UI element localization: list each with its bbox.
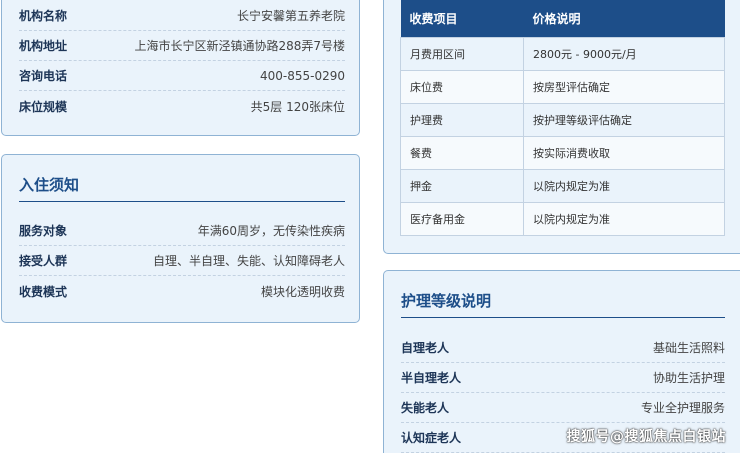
info-row-address: 机构地址 上海市长宁区新泾镇通协路288弄7号楼 [19,31,345,61]
info-row-name: 机构名称 长宁安馨第五养老院 [19,1,345,31]
care-level-row: 自理老人 基础生活照料 [401,333,725,363]
info-row-beds: 床位规模 共5层 120张床位 [19,91,345,121]
admission-row: 接受人群 自理、半自理、失能、认知障碍老人 [19,246,345,276]
fee-item: 床位费 [400,69,524,104]
info-value: 长宁安馨第五养老院 [236,9,345,23]
fee-price: 按房型评估确定 [523,69,725,104]
fees-table: 收费项目 价格说明 月费用区间 2800元 - 9000元/月 床位费 按房型评… [400,0,725,236]
fee-price: 按护理等级评估确定 [523,102,725,137]
info-key: 机构名称 [19,9,68,23]
fee-price: 以院内规定为准 [523,201,725,236]
fee-item: 餐费 [400,135,524,170]
care-level-row: 失能老人 专业全护理服务 [401,393,725,423]
info-value: 400-855-0290 [259,68,345,83]
care-level-value: 专业全护理服务 [640,401,725,415]
fees-header-item: 收费项目 [400,0,524,37]
info-value: 上海市长宁区新泾镇通协路288弄7号楼 [134,39,345,53]
info-value: 共5层 120张床位 [250,99,345,114]
info-key: 床位规模 [19,99,68,114]
table-row: 护理费 按护理等级评估确定 [400,102,725,137]
admission-key: 收费模式 [19,284,68,299]
fee-item: 押金 [400,168,524,203]
fees-header-row: 收费项目 价格说明 [400,0,725,37]
fee-item: 月费用区间 [400,36,524,71]
admission-card: 入住须知 服务对象 年满60周岁，无传染性疾病 接受人群 自理、半自理、失能、认… [1,154,360,323]
table-row: 月费用区间 2800元 - 9000元/月 [400,36,725,71]
fee-item: 医疗备用金 [400,201,524,236]
fees-header-price: 价格说明 [523,0,725,37]
table-row: 医疗备用金 以院内规定为准 [400,201,725,236]
care-level-key: 认知症老人 [401,431,462,445]
table-row: 餐费 按实际消费收取 [400,135,725,170]
admission-value: 自理、半自理、失能、认知障碍老人 [152,254,345,268]
care-levels-title: 护理等级说明 [401,292,492,310]
title-divider [19,201,345,202]
table-row: 押金 以院内规定为准 [400,168,725,203]
care-level-value: 基础生活照料 [652,341,725,355]
info-key: 咨询电话 [19,69,68,83]
fee-price: 2800元 - 9000元/月 [523,36,725,71]
admission-title: 入住须知 [19,176,80,194]
info-key: 机构地址 [19,39,68,53]
basic-info-card: 机构名称 长宁安馨第五养老院 机构地址 上海市长宁区新泾镇通协路288弄7号楼 … [1,0,360,136]
admission-key: 接受人群 [19,254,68,268]
fee-price: 以院内规定为准 [523,168,725,203]
admission-row: 收费模式 模块化透明收费 [19,276,345,306]
fee-item: 护理费 [400,102,524,137]
care-level-value: 协助生活护理 [652,371,725,385]
title-divider [401,317,725,318]
care-level-row: 半自理老人 协助生活护理 [401,363,725,393]
admission-value: 模块化透明收费 [260,284,345,299]
care-level-key: 失能老人 [401,401,450,415]
info-row-phone: 咨询电话 400-855-0290 [19,61,345,91]
table-row: 床位费 按房型评估确定 [400,69,725,104]
watermark-text: 搜狐号@搜狐焦点白银站 [566,429,726,445]
admission-key: 服务对象 [19,224,68,238]
care-level-key: 半自理老人 [401,371,462,385]
care-level-key: 自理老人 [401,341,450,355]
admission-row: 服务对象 年满60周岁，无传染性疾病 [19,216,345,246]
admission-value: 年满60周岁，无传染性疾病 [197,224,345,238]
fee-price: 按实际消费收取 [523,135,725,170]
